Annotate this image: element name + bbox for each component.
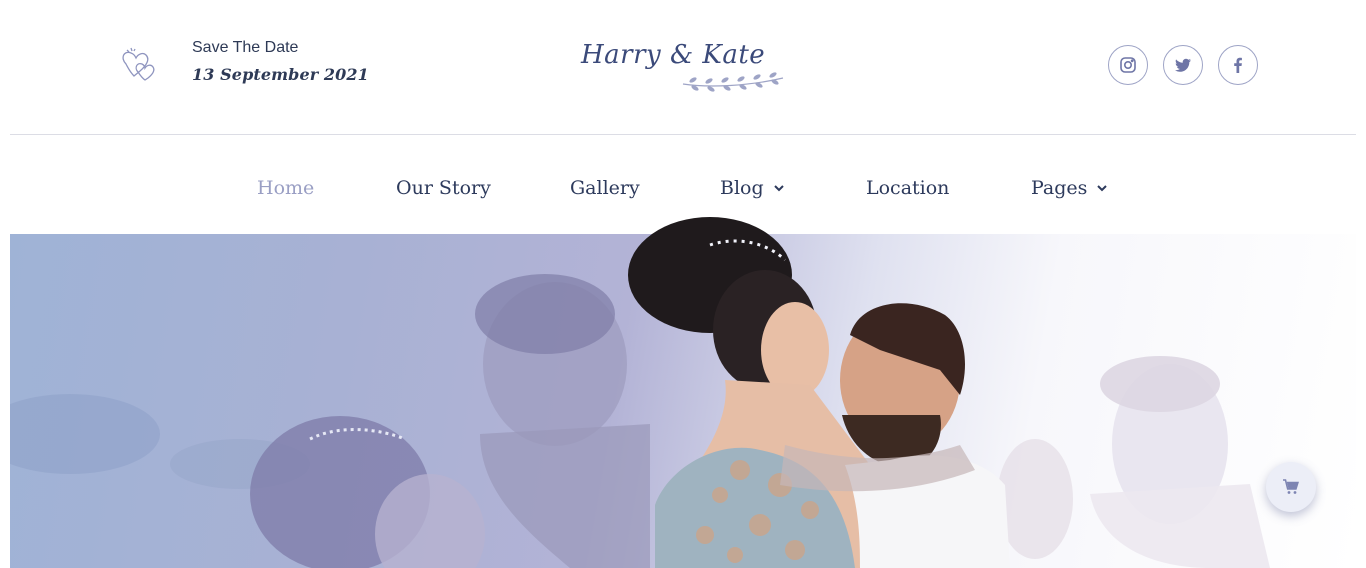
save-the-date-label: Save The Date: [192, 39, 299, 56]
nav-item-label: Our Story: [396, 177, 491, 199]
nav-item-label: Gallery: [570, 177, 640, 199]
nav-item-label: Pages: [1031, 177, 1088, 199]
cart-button[interactable]: [1266, 462, 1316, 512]
chevron-down-icon: [773, 185, 784, 192]
facebook-button[interactable]: [1218, 45, 1258, 85]
nav-item-label: Home: [257, 177, 315, 199]
nav-item-our-story[interactable]: Our Story: [396, 177, 491, 199]
instagram-icon: [1120, 57, 1136, 73]
sprig-icon: [682, 72, 784, 92]
nav-item-label: Blog: [720, 177, 764, 199]
facebook-icon: [1234, 57, 1242, 73]
hearts-icon: [116, 42, 164, 90]
nav-item-blog[interactable]: Blog: [720, 177, 786, 199]
logo-text: Harry & Kate: [581, 40, 766, 70]
nav-item-label: Location: [866, 177, 950, 199]
nav-item-gallery[interactable]: Gallery: [570, 177, 640, 199]
chevron-down-icon: [1097, 185, 1108, 192]
instagram-button[interactable]: [1108, 45, 1148, 85]
cart-icon: [1283, 479, 1299, 494]
wedding-date: 13 September 2021: [192, 65, 369, 84]
twitter-button[interactable]: [1163, 45, 1203, 85]
nav-item-home[interactable]: Home: [257, 177, 314, 199]
nav-item-location[interactable]: Location: [866, 177, 949, 199]
nav-item-pages[interactable]: Pages: [1031, 177, 1109, 199]
top-bar: Save The Date 13 September 2021 Harry & …: [0, 0, 1366, 134]
twitter-icon: [1175, 58, 1191, 72]
site-logo[interactable]: Harry & Kate: [575, 36, 791, 96]
couple-photo: [628, 217, 1010, 568]
